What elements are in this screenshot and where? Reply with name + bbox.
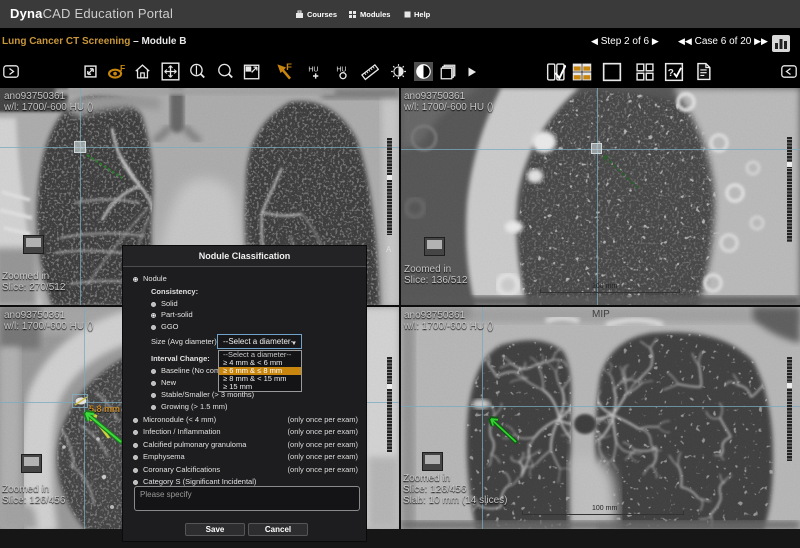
svg-text:?: ? <box>668 67 674 78</box>
svg-text:HU: HU <box>336 66 346 73</box>
svg-text:F: F <box>286 62 292 73</box>
svg-text:HU: HU <box>308 66 318 73</box>
svg-text:F: F <box>120 63 125 73</box>
